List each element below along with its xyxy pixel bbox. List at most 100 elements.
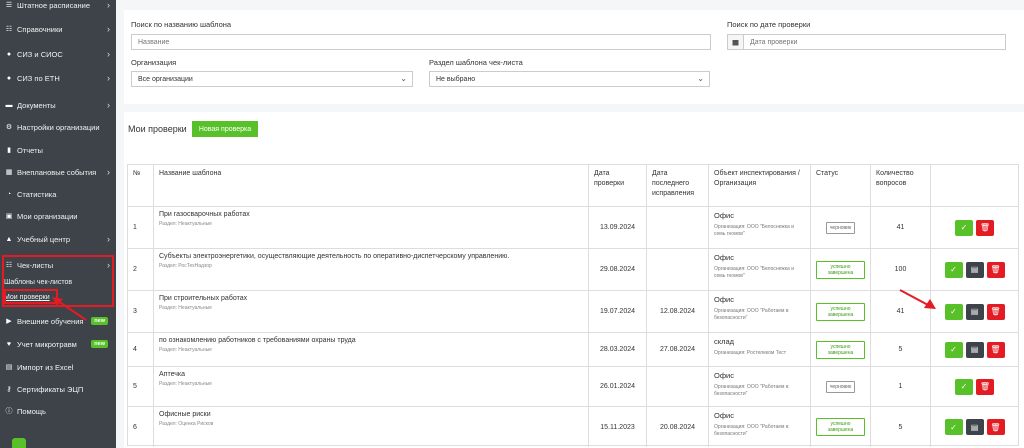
questions-count: 5 [898, 423, 903, 431]
sidebar-item-documents[interactable]: ▬ Документы › [0, 94, 116, 116]
check-icon: ✓ [950, 422, 957, 432]
template-name: Аптечка [159, 371, 186, 378]
status-badge: черновик [825, 380, 856, 393]
last-fix-date [652, 211, 703, 244]
sidebar-item-training[interactable]: ▲ Учебный центр › [0, 228, 116, 250]
checks-card: Мои проверки Новая проверка № Название ш… [124, 112, 1024, 448]
sidebar-item-ppe[interactable]: ● СИЗ и СИОС › [0, 43, 116, 65]
object-name: склад [714, 337, 735, 346]
object-org: Организация: ООО "Белоснежка и семь гном… [714, 224, 795, 237]
section-select[interactable]: Не выбрано ⌄ [429, 71, 710, 87]
new-badge: new [91, 317, 108, 325]
staff-icon: ☰ [5, 2, 13, 9]
confirm-button[interactable]: ✓ [944, 341, 963, 358]
questions-count: 100 [894, 266, 907, 273]
confirm-button[interactable]: ✓ [944, 261, 963, 278]
table-row[interactable]: 5 Аптечка Раздел: Неактуальные 26.01.2024… [128, 367, 1018, 407]
document-button[interactable]: ▤ [965, 419, 984, 435]
col-template-name: Название шаблона [154, 165, 589, 206]
delete-button[interactable]: 🗑 [986, 261, 1005, 278]
document-button[interactable]: ▤ [965, 261, 984, 278]
confirm-button[interactable]: ✓ [955, 219, 973, 236]
date-search-label: Поиск по дате проверки [727, 20, 811, 29]
table-row[interactable]: 4 по ознакомлению работников с требовани… [128, 333, 1018, 367]
col-actions [931, 165, 1018, 206]
new-check-button[interactable]: Новая проверка [192, 121, 258, 137]
row-num: 1 [133, 224, 137, 231]
trash-icon: 🗑 [990, 307, 1001, 316]
calendar-icon[interactable] [727, 34, 743, 50]
name-search-input[interactable] [138, 38, 710, 46]
page-title: Мои проверки [128, 124, 187, 134]
row-num: 4 [133, 346, 137, 353]
row-num: 5 [133, 383, 137, 390]
delete-button[interactable]: 🗑 [976, 219, 994, 236]
table-row[interactable]: 2 Субъекты электроэнергетики, осуществля… [128, 249, 1018, 291]
name-search-label: Поиск по названию шаблона [131, 20, 232, 29]
filter-panel: Поиск по названию шаблона Поиск по дате … [124, 10, 1024, 104]
template-section: Раздел: Неактуальные [159, 347, 212, 353]
chevron-down-icon: ⌄ [400, 74, 407, 83]
sidebar-item-references[interactable]: ☷ Справочники › [0, 18, 116, 40]
object-name: Офис [714, 371, 734, 380]
delete-button[interactable]: 🗑 [986, 341, 1005, 358]
sidebar-item-org-settings[interactable]: ⚙ Настройки организации [0, 116, 116, 138]
template-section: Раздел: РосТехНадзор [159, 263, 212, 269]
sidebar-item-staff[interactable]: ☰ Штатное расписание › [0, 0, 116, 16]
sidebar-item-events[interactable]: ▦ Внеплановые события › [0, 161, 116, 183]
col-status: Статус [811, 165, 871, 206]
object-org: Организация: ООО "Работаем в безопасност… [714, 308, 789, 321]
chevron-right-icon: › [107, 100, 110, 110]
confirm-button[interactable]: ✓ [944, 303, 963, 320]
questions-count: 1 [898, 383, 903, 390]
col-check-date: Дата проверки [589, 165, 647, 206]
sidebar-item-my-orgs[interactable]: ▣ Мои организации [0, 205, 116, 227]
row-num: 3 [133, 308, 137, 315]
bottom-button[interactable] [12, 438, 26, 448]
sidebar-item-reports[interactable]: ▮ Отчеты [0, 139, 116, 161]
sidebar-item-external-training[interactable]: ▶ Внешние обучения new [0, 310, 116, 332]
table-row[interactable]: 1 При газосварочных работах Раздел: Неакт… [128, 207, 1018, 249]
table-row[interactable]: 3 При строительных работах Раздел: Неакту… [128, 291, 1018, 333]
confirm-button[interactable]: ✓ [944, 419, 963, 435]
sidebar-item-help[interactable]: ⓘ Помощь [0, 400, 116, 422]
date-search-field[interactable] [743, 34, 1006, 50]
table-row[interactable]: 6 Офисные риски Раздел: Оценка Рисков 15.… [128, 407, 1018, 447]
confirm-button[interactable]: ✓ [955, 378, 973, 395]
org-select[interactable]: Все организации ⌄ [131, 71, 413, 87]
org-icon: ▣ [5, 213, 13, 220]
last-fix-date: 20.08.2024 [659, 423, 696, 431]
delete-button[interactable]: 🗑 [986, 303, 1005, 320]
chevron-right-icon: › [107, 73, 110, 83]
document-icon: ▤ [970, 265, 979, 274]
sidebar-item-certificates[interactable]: ⚷ Сертификаты ЭЦП [0, 378, 116, 400]
check-icon: ✓ [960, 223, 968, 232]
document-button[interactable]: ▤ [965, 341, 984, 358]
name-search-field[interactable] [131, 34, 711, 50]
sidebar-item-ppe-etn[interactable]: ● СИЗ по ЕТН › [0, 67, 116, 89]
delete-button[interactable]: 🗑 [976, 378, 994, 395]
questions-count: 41 [896, 308, 905, 315]
sidebar-item-microtrauma[interactable]: ♥ Учет микротравм new [0, 333, 116, 355]
last-fix-date [652, 371, 703, 402]
training-icon: ▲ [5, 235, 13, 243]
excel-icon: ▤ [5, 364, 13, 371]
list-icon: ☷ [5, 26, 13, 33]
chevron-right-icon: › [107, 234, 110, 244]
status-badge: успешно завершена [816, 260, 865, 279]
object-name: Офис [714, 253, 734, 262]
object-org: Организация: ООО "Белоснежка и семь гном… [714, 266, 795, 279]
sidebar-item-import-excel[interactable]: ▤ Импорт из Excel [0, 356, 116, 378]
col-num: № [128, 165, 154, 206]
check-date: 15.11.2023 [600, 423, 635, 431]
chevron-down-icon: ⌄ [697, 74, 704, 83]
sidebar-item-stats[interactable]: ◔ Статистика [0, 183, 116, 205]
date-search-input[interactable] [750, 38, 1005, 46]
document-icon: ▤ [970, 422, 979, 432]
section-label: Раздел шаблона чек-листа [429, 58, 523, 67]
chevron-right-icon: › [107, 24, 110, 34]
ppe-etn-icon: ● [6, 74, 12, 82]
stats-icon: ◔ [6, 190, 12, 198]
document-button[interactable]: ▤ [965, 303, 984, 320]
delete-button[interactable]: 🗑 [986, 419, 1005, 435]
